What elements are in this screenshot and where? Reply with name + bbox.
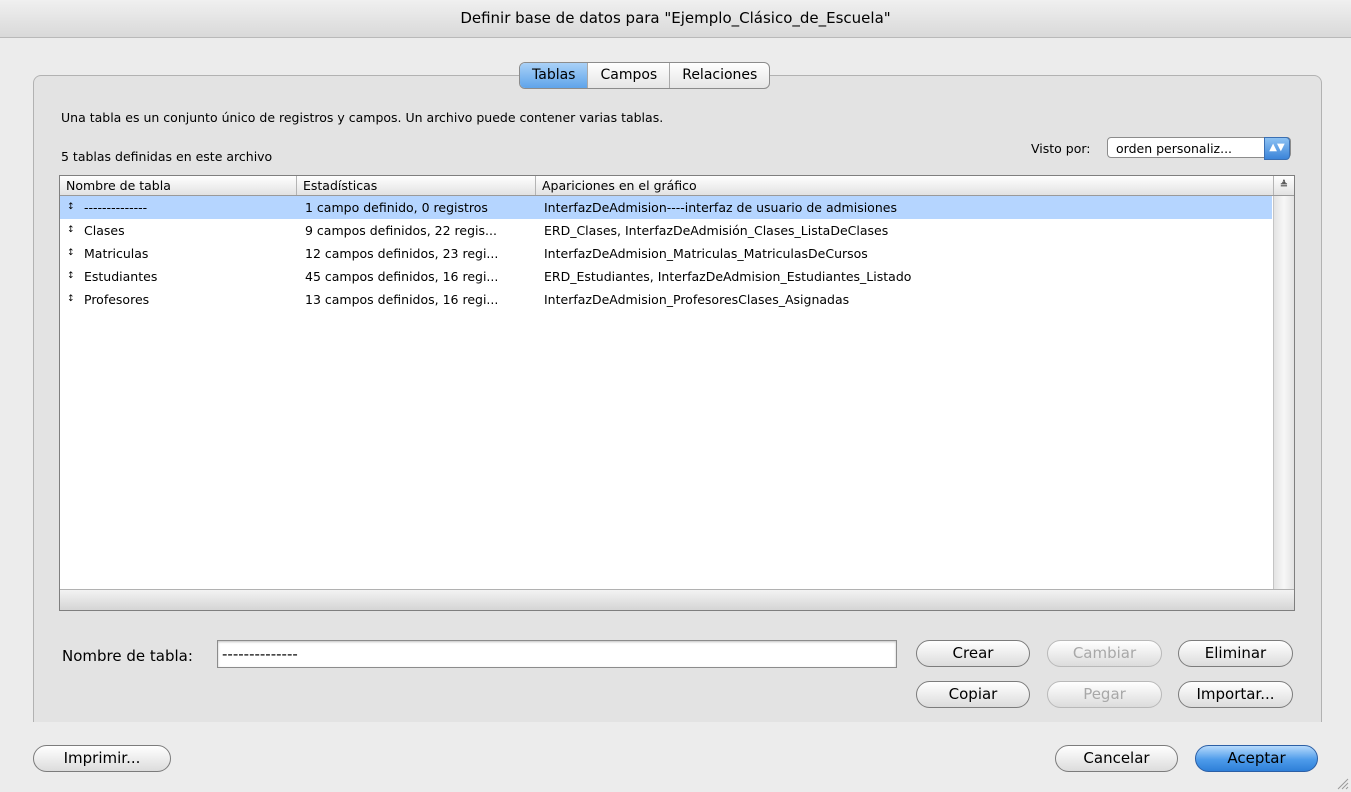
change-button[interactable]: Cambiar [1047, 640, 1162, 667]
table-count-text: 5 tablas definidas en este archivo [61, 149, 273, 164]
table-name-label: Nombre de tabla: [62, 647, 193, 665]
paste-button[interactable]: Pegar [1047, 681, 1162, 708]
table-row-occurrences: ERD_Estudiantes, InterfazDeAdmision_Estu… [544, 269, 912, 284]
window-title: Definir base de datos para "Ejemplo_Clás… [0, 0, 1351, 38]
create-button[interactable]: Crear [916, 640, 1030, 667]
copy-button[interactable]: Copiar [916, 681, 1030, 708]
table-row[interactable]: ↕ -------------- 1 campo definido, 0 reg… [60, 196, 1272, 219]
column-header-name[interactable]: Nombre de tabla [60, 176, 297, 195]
table-row-occurrences: ERD_Clases, InterfazDeAdmisión_Clases_Li… [544, 223, 889, 238]
updown-arrows-icon[interactable]: ↕ [67, 265, 75, 288]
print-button[interactable]: Imprimir... [33, 745, 171, 772]
table-name-input[interactable]: -------------- [217, 640, 897, 668]
cancel-button[interactable]: Cancelar [1055, 745, 1178, 772]
delete-button[interactable]: Eliminar [1178, 640, 1293, 667]
table-row-occurrences: InterfazDeAdmision_ProfesoresClases_Asig… [544, 292, 850, 307]
updown-arrows-icon[interactable]: ↕ [67, 196, 75, 219]
table-row-occurrences: InterfazDeAdmision----interfaz de usuari… [544, 200, 897, 215]
vertical-scrollbar[interactable] [1273, 196, 1294, 590]
table-row-name: Profesores [84, 292, 150, 307]
table-list-header: Nombre de tabla Estadísticas Apariciones… [60, 176, 1294, 196]
updown-arrows-icon[interactable]: ↕ [67, 219, 75, 242]
column-header-stats[interactable]: Estadísticas [297, 176, 536, 195]
ok-button[interactable]: Aceptar [1195, 745, 1318, 772]
updown-arrows-icon[interactable]: ↕ [67, 288, 75, 311]
table-row[interactable]: ↕ Matriculas 12 campos definidos, 23 reg… [60, 242, 1272, 265]
table-row-occurrences: InterfazDeAdmision_Matriculas_Matriculas… [544, 246, 868, 261]
table-row-name: Matriculas [84, 246, 149, 261]
view-by-select[interactable]: orden personaliz... ▲▼ [1107, 137, 1291, 160]
updown-arrows-icon[interactable]: ↕ [67, 242, 75, 265]
horizontal-scrollbar[interactable] [60, 589, 1294, 610]
import-button[interactable]: Importar... [1178, 681, 1293, 708]
tab-tablas[interactable]: Tablas [520, 63, 589, 88]
table-row-stats: 9 campos definidos, 22 regis... [305, 223, 497, 238]
tab-campos[interactable]: Campos [588, 63, 671, 88]
table-row-name: Clases [84, 223, 125, 238]
table-row[interactable]: ↕ Profesores 13 campos definidos, 16 reg… [60, 288, 1272, 311]
table-list[interactable]: Nombre de tabla Estadísticas Apariciones… [59, 175, 1295, 611]
table-row-name: -------------- [84, 200, 148, 215]
column-header-occurrences[interactable]: Apariciones en el gráfico [536, 176, 1274, 195]
table-row-stats: 45 campos definidos, 16 regi... [305, 269, 499, 284]
view-by-value: orden personaliz... [1116, 141, 1233, 156]
sort-icon[interactable]: ≜ [1273, 176, 1294, 195]
resize-grip-icon[interactable] [1335, 776, 1349, 790]
table-row-stats: 13 campos definidos, 16 regi... [305, 292, 499, 307]
table-row-stats: 12 campos definidos, 23 regi... [305, 246, 499, 261]
tab-bar: Tablas Campos Relaciones [519, 62, 771, 89]
description-text: Una tabla es un conjunto único de regist… [61, 110, 664, 125]
table-row[interactable]: ↕ Clases 9 campos definidos, 22 regis...… [60, 219, 1272, 242]
view-by-label: Visto por: [1031, 141, 1091, 156]
table-row-stats: 1 campo definido, 0 registros [305, 200, 488, 215]
tab-relaciones[interactable]: Relaciones [670, 63, 769, 88]
table-row[interactable]: ↕ Estudiantes 45 campos definidos, 16 re… [60, 265, 1272, 288]
popup-arrows-icon: ▲▼ [1264, 137, 1290, 160]
table-row-name: Estudiantes [84, 269, 158, 284]
